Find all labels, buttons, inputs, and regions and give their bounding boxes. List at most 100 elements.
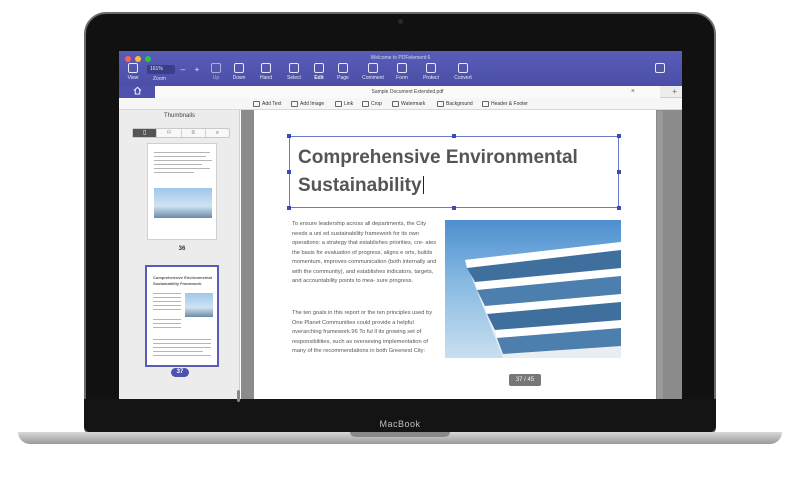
select-tool-button[interactable]: Select bbox=[281, 63, 307, 81]
hand-label: Hand bbox=[260, 75, 272, 81]
bookmark-tab-icon[interactable]: ⌑ bbox=[157, 129, 182, 137]
edit-tool-button[interactable]: Edit bbox=[306, 63, 332, 81]
background-label: Background bbox=[446, 101, 473, 107]
thumb-line bbox=[153, 323, 181, 324]
background-button[interactable]: Background bbox=[437, 98, 473, 110]
camera bbox=[398, 19, 403, 24]
hand-tool-button[interactable]: Hand bbox=[253, 63, 279, 81]
comment-tool-button[interactable]: Comment bbox=[360, 63, 386, 81]
form-label: Form bbox=[396, 75, 408, 81]
thumb-line bbox=[153, 301, 181, 302]
cursor-icon bbox=[289, 63, 299, 73]
resize-handle[interactable] bbox=[617, 206, 621, 210]
sidebar-scrollbar[interactable] bbox=[237, 390, 240, 402]
resize-handle[interactable] bbox=[452, 206, 456, 210]
link-icon bbox=[335, 100, 342, 107]
window-title: Welcome to PDFelement 6 bbox=[370, 55, 431, 61]
text-cursor bbox=[422, 176, 424, 194]
list-tab-icon[interactable]: ≡ bbox=[182, 129, 206, 137]
body-paragraph[interactable]: The ten goals in this report or the ten … bbox=[292, 309, 440, 357]
thumb-line bbox=[153, 327, 181, 328]
thumb-heading: Comprehensive Environmental Sustainabili… bbox=[153, 275, 212, 286]
page-tool-button[interactable]: Page bbox=[330, 63, 356, 81]
resize-handle[interactable] bbox=[287, 134, 291, 138]
header-footer-label: Header & Footer bbox=[491, 101, 528, 107]
thumb-line bbox=[154, 168, 210, 169]
form-tool-button[interactable]: Form bbox=[389, 63, 415, 81]
link-button[interactable]: Link bbox=[335, 98, 353, 110]
page-label: Page bbox=[337, 75, 349, 81]
add-image-label: Add Image bbox=[300, 101, 325, 107]
view-tool-button[interactable]: View bbox=[120, 63, 146, 81]
toolbar: Welcome to PDFelement 6 View 161% Zoom –… bbox=[119, 51, 682, 86]
view-icon bbox=[128, 63, 138, 73]
thumb-photo bbox=[154, 188, 212, 218]
resize-handle[interactable] bbox=[617, 134, 621, 138]
protect-label: Protect bbox=[423, 75, 439, 81]
document-scrollbar[interactable] bbox=[657, 111, 663, 399]
headline-line-2: Sustainability bbox=[298, 175, 422, 196]
down-label: Down bbox=[232, 75, 246, 81]
watermark-label: Watermark bbox=[401, 101, 426, 107]
search-tab-icon[interactable]: ⌕ bbox=[206, 129, 229, 137]
link-label: Link bbox=[344, 101, 354, 107]
header-footer-icon bbox=[482, 100, 489, 107]
thumb-line bbox=[153, 319, 181, 320]
edit-toolbar: Add Text Add Image Link Crop Watermark B… bbox=[119, 98, 682, 110]
add-image-button[interactable]: Add Image bbox=[291, 98, 324, 110]
convert-tool-button[interactable]: Convert bbox=[450, 63, 476, 81]
zoom-select[interactable]: 161% bbox=[147, 65, 175, 74]
building-photo[interactable] bbox=[445, 220, 621, 358]
down-tool-button[interactable]: Down bbox=[226, 63, 252, 81]
comment-label: Comment bbox=[362, 75, 384, 81]
headline-line-1: Comprehensive Environmental bbox=[298, 147, 578, 168]
protect-tool-button[interactable]: Protect bbox=[418, 63, 444, 81]
home-icon bbox=[133, 86, 141, 95]
thumbnails-tab-icon[interactable]: ▯ bbox=[133, 129, 158, 137]
thumb-photo bbox=[185, 293, 213, 317]
laptop-notch bbox=[350, 432, 450, 437]
document-headline[interactable]: Comprehensive Environmental Sustainabili… bbox=[298, 144, 618, 200]
panel-icon bbox=[655, 63, 665, 73]
document-viewport: Comprehensive Environmental Sustainabili… bbox=[241, 110, 682, 399]
thumb-line bbox=[153, 339, 211, 340]
zoom-out-button[interactable]: – bbox=[177, 65, 189, 74]
zoom-in-button[interactable]: + bbox=[191, 65, 203, 74]
thumbnail-page-37[interactable]: Comprehensive Environmental Sustainabili… bbox=[145, 265, 219, 367]
header-footer-button[interactable]: Header & Footer bbox=[482, 98, 528, 110]
panel-toggle-button[interactable] bbox=[647, 63, 673, 75]
pdf-page: Comprehensive Environmental Sustainabili… bbox=[254, 110, 656, 399]
thumbnail-page-number: 37 bbox=[171, 368, 189, 377]
thumb-line bbox=[153, 347, 211, 348]
edit-icon bbox=[314, 63, 324, 73]
arrow-down-icon bbox=[234, 63, 244, 73]
view-label: View bbox=[127, 75, 139, 81]
thumb-line bbox=[153, 343, 211, 344]
body-paragraph[interactable]: To ensure leadership across all departme… bbox=[292, 220, 440, 287]
resize-handle[interactable] bbox=[452, 134, 456, 138]
text-icon bbox=[253, 100, 260, 107]
thumb-line bbox=[154, 164, 202, 165]
tab-document[interactable]: Sample Document Extended.pdf × bbox=[155, 86, 660, 98]
zoom-label: Zoom bbox=[153, 76, 166, 82]
resize-handle[interactable] bbox=[287, 170, 291, 174]
add-text-label: Add Text bbox=[262, 101, 282, 107]
up-label: Up bbox=[212, 75, 220, 81]
tab-home[interactable] bbox=[119, 86, 155, 98]
convert-label: Convert bbox=[454, 75, 472, 81]
image-icon bbox=[291, 100, 298, 107]
crop-button[interactable]: Crop bbox=[362, 98, 382, 110]
lock-icon bbox=[426, 63, 436, 73]
close-tab-icon[interactable]: × bbox=[631, 86, 635, 98]
convert-icon bbox=[458, 63, 468, 73]
watermark-button[interactable]: Watermark bbox=[392, 98, 425, 110]
page-icon bbox=[338, 63, 348, 73]
sidebar-title: Thumbnails bbox=[163, 113, 195, 119]
new-tab-button[interactable]: + bbox=[672, 86, 677, 98]
resize-handle[interactable] bbox=[287, 206, 291, 210]
page-indicator: 37 / 45 bbox=[509, 374, 541, 386]
thumb-line bbox=[153, 355, 211, 356]
add-text-button[interactable]: Add Text bbox=[253, 98, 281, 110]
thumbnail-page-36[interactable] bbox=[147, 143, 217, 240]
thumb-line bbox=[154, 160, 212, 161]
